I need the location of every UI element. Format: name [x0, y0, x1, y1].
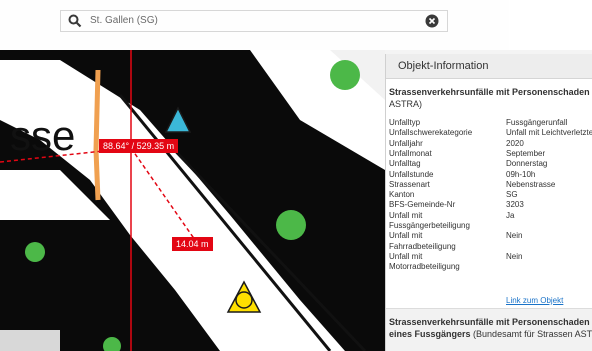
- attribute-key: Unfallstunde: [389, 169, 434, 179]
- attribute-key: Unfall mit: [389, 231, 423, 241]
- section-2[interactable]: Strassenverkehrsunfälle mit Personenscha…: [386, 308, 592, 351]
- attribute-value: Unfall mit Leichtverletzte: [506, 128, 592, 138]
- object-link[interactable]: Link zum Objekt: [506, 296, 563, 305]
- attribute-value: 09h-10h: [506, 169, 536, 179]
- green-dot-marker: [276, 210, 306, 240]
- measure-label-angle-distance: 88.64° / 529.35 m: [99, 139, 179, 153]
- top-bar: St. Gallen (SG): [0, 0, 592, 50]
- attribute-key: Unfalljahr: [389, 138, 423, 148]
- attribute-key: Unfallschwerekategorie: [389, 128, 473, 138]
- street-name-label: sse: [10, 112, 75, 159]
- object-information-panel: Objekt-Information Strassenverkehrsunfäl…: [385, 54, 592, 351]
- section-title-1-bold: Strassenverkehrsunfälle mit Personenscha…: [389, 87, 592, 97]
- attribute-key: Fahrradbeteiligung: [389, 241, 456, 251]
- attribute-value: Nein: [506, 251, 523, 261]
- panel-title: Objekt-Information: [398, 60, 489, 72]
- attribute-key: Fussgängerbeteiligung: [389, 221, 470, 230]
- attribute-value: Donnerstag: [506, 159, 548, 169]
- search-input[interactable]: St. Gallen (SG): [60, 10, 448, 32]
- section-title-2-rest: (Bundesamt für Strassen ASTRA: [470, 329, 592, 339]
- attribute-key: Unfalltag: [389, 159, 421, 169]
- attribute-key: BFS-Gemeinde-Nr: [389, 200, 456, 210]
- attribute-key: Unfallmonat: [389, 148, 432, 158]
- attribute-value: SG: [506, 190, 518, 200]
- attribute-key: Strassenart: [389, 179, 430, 189]
- attribute-value: September: [506, 148, 546, 158]
- attribute-key: Unfall mit: [389, 210, 423, 220]
- green-dot-marker: [25, 242, 45, 262]
- attribute-value: 2020: [506, 138, 524, 148]
- attribute-value: Nein: [506, 231, 523, 241]
- section-title-1: Strassenverkehrsunfälle mit Personenscha…: [389, 86, 592, 110]
- attribute-key: Motorradbeteiligung: [389, 262, 460, 272]
- search-icon[interactable]: [68, 14, 82, 28]
- green-dot-marker: [330, 60, 360, 90]
- attribute-key: Unfalltyp: [389, 118, 421, 127]
- section-title-2-bold: eines Fussgängers: [389, 329, 471, 339]
- search-value: St. Gallen (SG): [90, 15, 158, 26]
- measure-label-distance: 14.04 m: [172, 237, 213, 251]
- attribute-value: 3203: [506, 200, 524, 210]
- attribute-value: Fussgängerunfall: [506, 118, 568, 127]
- attribute-value: Ja: [506, 210, 515, 220]
- attribute-key: Unfall mit: [389, 251, 423, 261]
- clear-search-icon[interactable]: [425, 14, 439, 28]
- attribute-key: Kanton: [389, 190, 415, 200]
- panel-header: Objekt-Information: [386, 54, 592, 79]
- attribute-value: Nebenstrasse: [506, 179, 556, 189]
- section-title-2: Strassenverkehrsunfälle mit Personenscha…: [389, 316, 592, 340]
- section-title-1-source: ASTRA): [389, 99, 423, 109]
- section-title-2-line1: Strassenverkehrsunfälle mit Personenscha…: [389, 317, 592, 327]
